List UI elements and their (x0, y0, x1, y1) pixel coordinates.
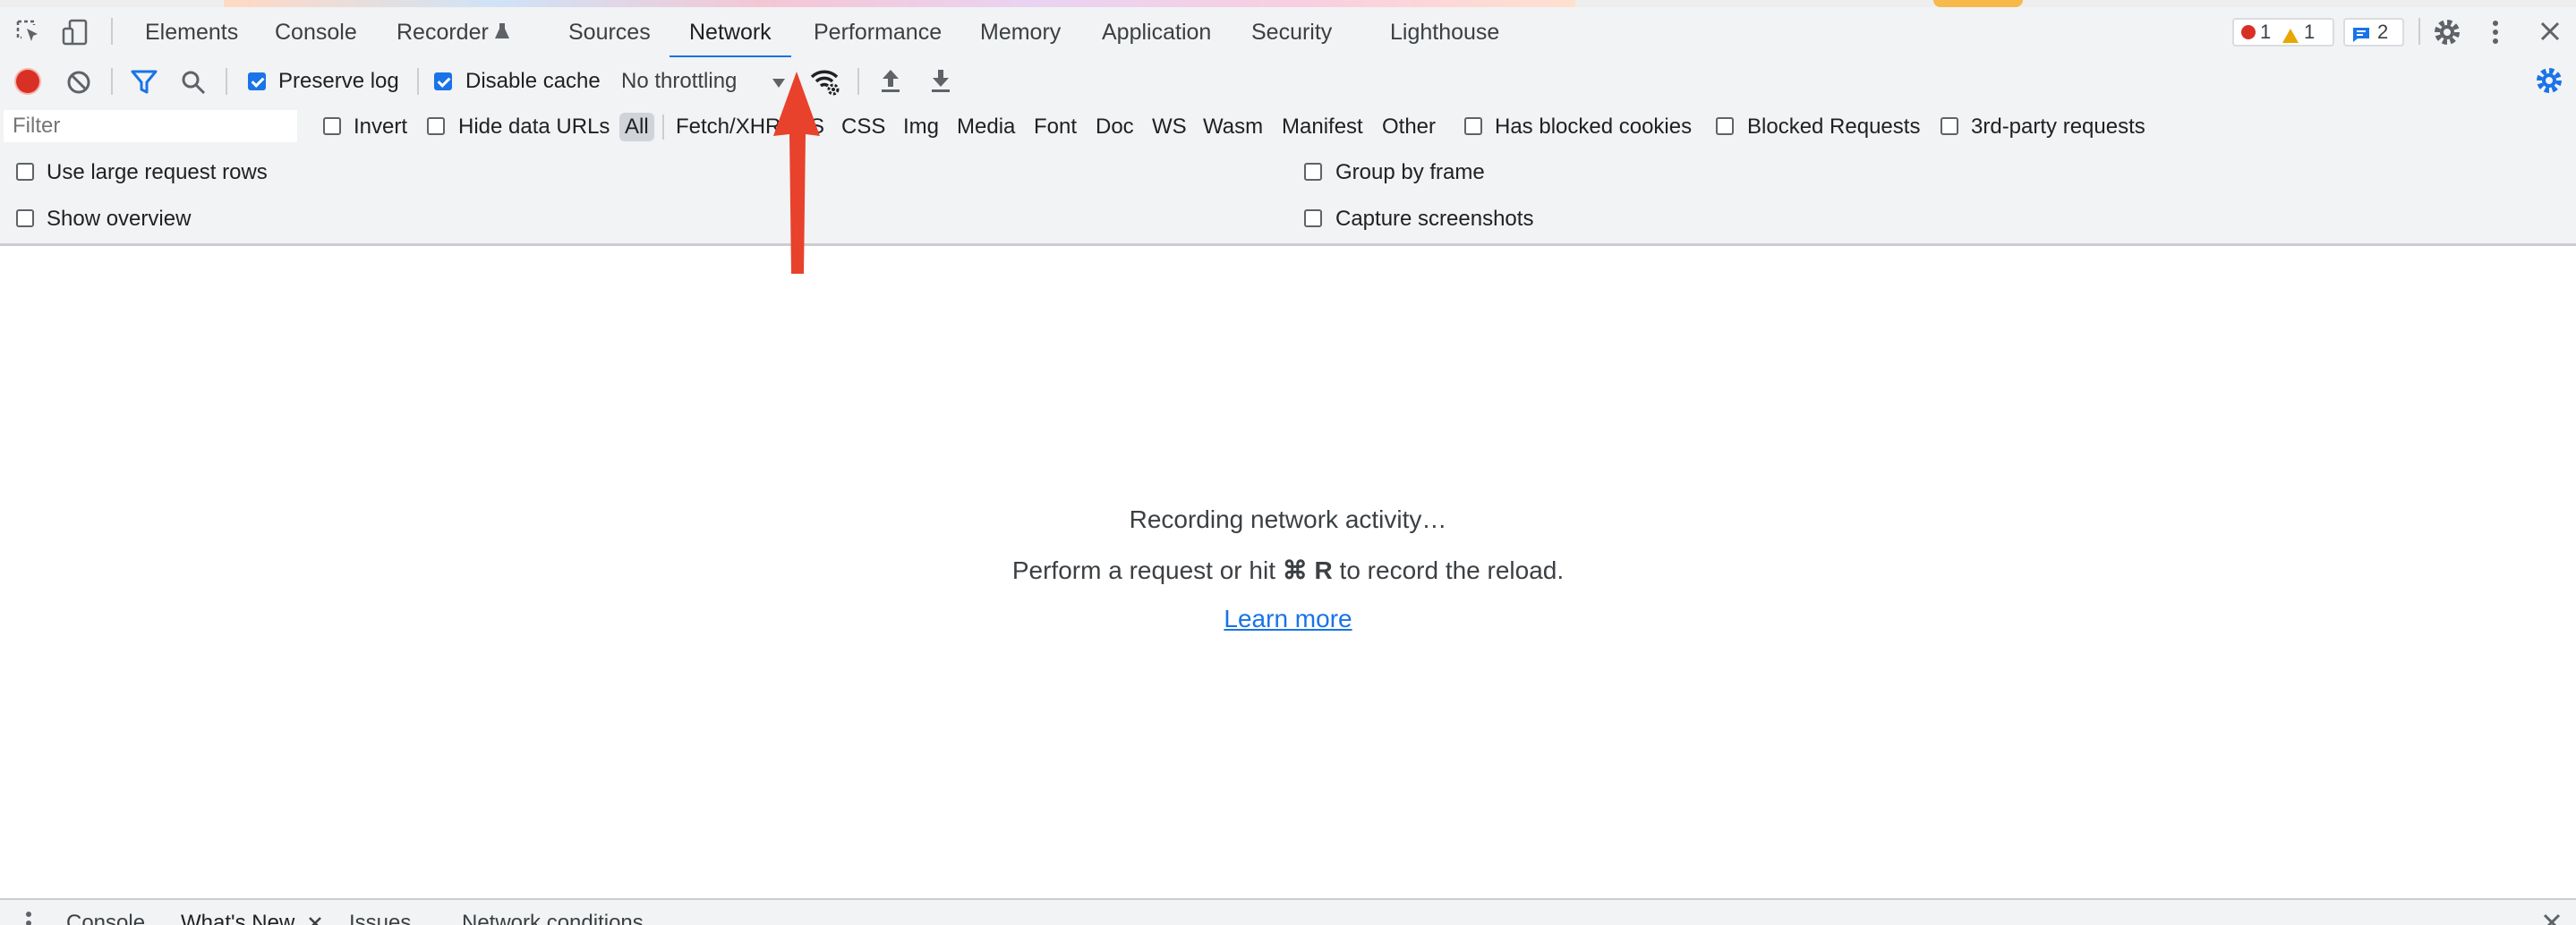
third-party-requests-label: 3rd-party requests (1971, 115, 2145, 139)
separator (2418, 18, 2420, 45)
type-filter-manifest[interactable]: Manifest (1282, 113, 1363, 141)
separator (111, 18, 113, 45)
tab-memory[interactable]: Memory (980, 7, 1061, 57)
filter-bar: Invert Hide data URLs All Fetch/XHR JS C… (0, 106, 2576, 150)
tab-application[interactable]: Application (1102, 7, 1211, 57)
export-har-download-icon[interactable] (929, 68, 952, 99)
preserve-log-checkbox[interactable] (248, 72, 266, 90)
tab-sources[interactable]: Sources (568, 7, 651, 57)
has-blocked-cookies-checkbox[interactable] (1464, 117, 1482, 135)
tab-console[interactable]: Console (275, 7, 357, 57)
group-by-frame-checkbox[interactable] (1304, 163, 1322, 181)
show-overview-checkbox[interactable] (16, 209, 34, 227)
network-settings-gear-icon[interactable] (2535, 66, 2563, 99)
third-party-requests-checkbox[interactable] (1941, 117, 1958, 135)
disable-cache-label: Disable cache (465, 69, 601, 93)
type-filter-media[interactable]: Media (957, 113, 1015, 141)
preserve-log-label: Preserve log (278, 69, 399, 93)
separator (111, 68, 113, 95)
large-request-rows-label: Use large request rows (47, 160, 268, 184)
tab-recorder[interactable]: Recorder (397, 7, 489, 57)
network-settings-pane: Use large request rows Show overview Gro… (0, 149, 2576, 246)
page-banner-image (224, 0, 1575, 7)
type-filter-doc[interactable]: Doc (1096, 113, 1134, 141)
close-tab-icon[interactable] (308, 916, 322, 925)
type-filter-wasm[interactable]: Wasm (1203, 113, 1263, 141)
blocked-requests-label: Blocked Requests (1747, 115, 1921, 139)
tab-security[interactable]: Security (1251, 7, 1332, 57)
tab-elements[interactable]: Elements (145, 7, 238, 57)
separator (857, 68, 859, 95)
recording-status-text: Recording network activity… (1129, 505, 1447, 533)
message-icon (2352, 24, 2370, 49)
error-icon (2241, 25, 2256, 39)
learn-more-link[interactable]: Learn more (0, 605, 2576, 633)
blocked-requests-checkbox[interactable] (1716, 117, 1734, 135)
network-toolbar: Preserve log Disable cache No throttling (0, 57, 2576, 107)
device-toolbar-icon[interactable] (61, 18, 90, 47)
tab-performance[interactable]: Performance (814, 7, 942, 57)
hide-data-urls-label: Hide data URLs (458, 115, 610, 139)
group-by-frame-label: Group by frame (1335, 160, 1485, 184)
record-button[interactable] (16, 70, 39, 93)
filter-funnel-icon[interactable] (131, 70, 158, 99)
experiment-flask-icon (494, 21, 510, 43)
reload-hint-prefix: Perform a request or hit (1011, 556, 1275, 584)
has-blocked-cookies-label: Has blocked cookies (1495, 115, 1693, 139)
throttling-value: No throttling (621, 69, 738, 93)
close-devtools-icon[interactable] (2538, 20, 2562, 47)
type-filter-all[interactable]: All (619, 113, 654, 141)
invert-checkbox[interactable] (323, 117, 341, 135)
type-filter-other[interactable]: Other (1382, 113, 1436, 141)
show-overview-label: Show overview (47, 207, 192, 231)
type-filter-img[interactable]: Img (903, 113, 939, 141)
invert-label: Invert (354, 115, 408, 139)
more-options-icon[interactable] (2488, 18, 2503, 51)
throttling-select[interactable]: No throttling (619, 66, 793, 97)
tab-lighthouse[interactable]: Lighthouse (1390, 7, 1499, 57)
capture-screenshots-label: Capture screenshots (1335, 207, 1534, 231)
large-request-rows-checkbox[interactable] (16, 163, 34, 181)
search-icon[interactable] (181, 70, 206, 99)
reload-hint: Perform a request or hit ⌘ R to record t… (0, 556, 2576, 585)
type-filter-css[interactable]: CSS (841, 113, 885, 141)
error-count: 1 (2260, 21, 2272, 43)
disable-cache-checkbox[interactable] (434, 72, 452, 90)
inspect-element-icon[interactable] (14, 18, 43, 47)
annotation-arrow (773, 72, 820, 274)
type-filter-fetch-xhr[interactable]: Fetch/XHR (676, 113, 780, 141)
import-har-upload-icon[interactable] (879, 68, 902, 99)
filter-input[interactable] (4, 110, 297, 142)
reload-shortcut: ⌘ R (1282, 556, 1333, 584)
devtools-tab-bar: Elements Console Recorder Sources Networ… (0, 7, 2576, 59)
reload-hint-suffix: to record the reload. (1339, 556, 1565, 584)
capture-screenshots-checkbox[interactable] (1304, 209, 1322, 227)
type-filter-ws[interactable]: WS (1152, 113, 1187, 141)
type-filter-font[interactable]: Font (1034, 113, 1077, 141)
clear-icon[interactable] (66, 70, 91, 99)
separator (417, 68, 419, 95)
messages-counter[interactable]: 2 (2343, 18, 2404, 47)
warning-count: 1 (2304, 21, 2316, 43)
issues-counter[interactable]: 1 1 (2232, 18, 2334, 47)
settings-gear-icon[interactable] (2433, 18, 2461, 51)
separator (662, 115, 664, 140)
page-emoji-image (1933, 0, 2023, 7)
message-count: 2 (2377, 21, 2389, 43)
separator (226, 68, 227, 95)
hide-data-urls-checkbox[interactable] (427, 117, 445, 135)
page-content-strip (0, 0, 2576, 7)
tab-network[interactable]: Network (670, 7, 791, 59)
bottom-drawer: Console What's New Issues Network condit… (0, 898, 2576, 925)
network-empty-state: Recording network activity… Perform a re… (0, 246, 2576, 896)
warning-icon (2282, 24, 2299, 49)
